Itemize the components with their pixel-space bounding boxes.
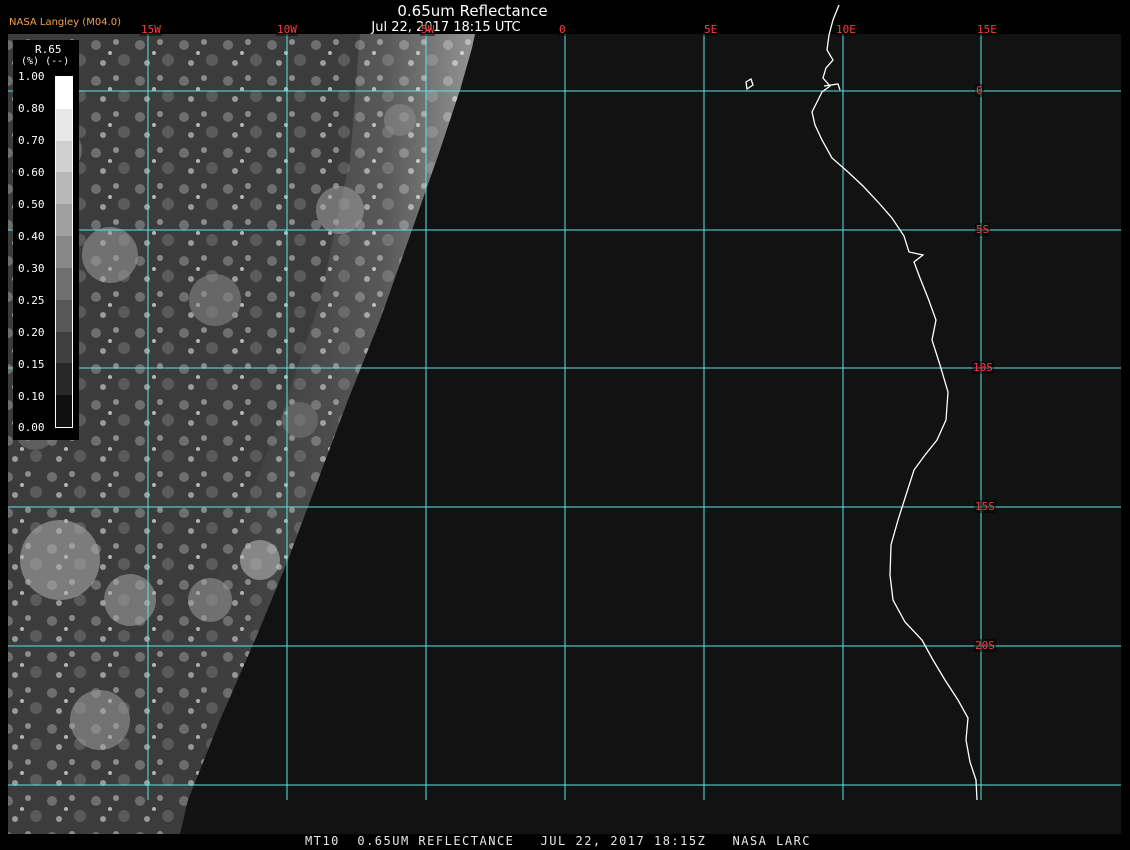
legend-swatch — [56, 77, 72, 110]
legend-swatch — [56, 363, 72, 396]
longitude-label: 10W — [276, 23, 298, 36]
legend-unit: (%) (--) — [21, 56, 70, 67]
latitude-label: 15S — [974, 500, 996, 513]
longitude-label: 5E — [703, 23, 719, 36]
legend-tick-label: 1.00 — [18, 70, 45, 83]
longitude-label: 5W — [420, 23, 436, 36]
image-timestamp: Jul 22, 2017 18:15 UTC — [371, 20, 521, 35]
longitude-label: 10E — [835, 23, 857, 36]
legend-swatch — [56, 267, 72, 301]
legend-swatch — [56, 236, 72, 269]
legend-color-bar — [55, 76, 73, 428]
latitude-label: 10S — [972, 361, 994, 374]
legend-swatch — [56, 299, 72, 333]
legend-tick-label: 0.10 — [18, 390, 45, 403]
cloud-cluster — [70, 690, 130, 750]
longitude-label: 15E — [976, 23, 998, 36]
latitude-label: 20S — [974, 639, 996, 652]
cloud-cluster — [188, 578, 232, 622]
footer-caption: MT10 0.65UM REFLECTANCE JUL 22, 2017 18:… — [305, 834, 812, 848]
cloud-cluster — [82, 227, 138, 283]
legend-swatch — [56, 204, 72, 237]
legend-swatch — [56, 331, 72, 364]
satellite-map — [0, 0, 1130, 850]
cloud-cluster — [240, 540, 280, 580]
longitude-label: 15W — [140, 23, 162, 36]
legend-tick-label: 0.40 — [18, 230, 45, 243]
legend-swatch — [56, 172, 72, 205]
image-title: 0.65um Reflectance — [397, 2, 548, 20]
legend-swatch — [56, 395, 72, 428]
legend-swatch — [56, 140, 72, 173]
legend-tick-label: 0.25 — [18, 294, 45, 307]
longitude-label: 0 — [558, 23, 567, 36]
legend-tick-label: 0.50 — [18, 198, 45, 211]
legend-variable-name: R.65 — [35, 43, 62, 56]
latitude-label: 0 — [975, 84, 984, 97]
cloud-cluster — [384, 104, 416, 136]
cloud-cluster — [189, 274, 241, 326]
cloud-cluster — [20, 520, 100, 600]
legend-tick-label: 0.80 — [18, 102, 45, 115]
legend-tick-label: 0.30 — [18, 262, 45, 275]
legend-tick-label: 0.15 — [18, 358, 45, 371]
color-legend: R.65 (%) (--) 1.00 0.80 0.70 0.60 0.50 0… — [13, 40, 79, 440]
legend-tick-label: 0.20 — [18, 326, 45, 339]
legend-tick-label: 0.70 — [18, 134, 45, 147]
legend-swatch — [56, 108, 72, 142]
cloud-cluster — [316, 186, 364, 234]
latitude-label: 5S — [975, 223, 991, 236]
credit-label: NASA Langley (M04.0) — [9, 17, 121, 28]
legend-tick-label: 0.00 — [18, 421, 45, 434]
legend-tick-label: 0.60 — [18, 166, 45, 179]
